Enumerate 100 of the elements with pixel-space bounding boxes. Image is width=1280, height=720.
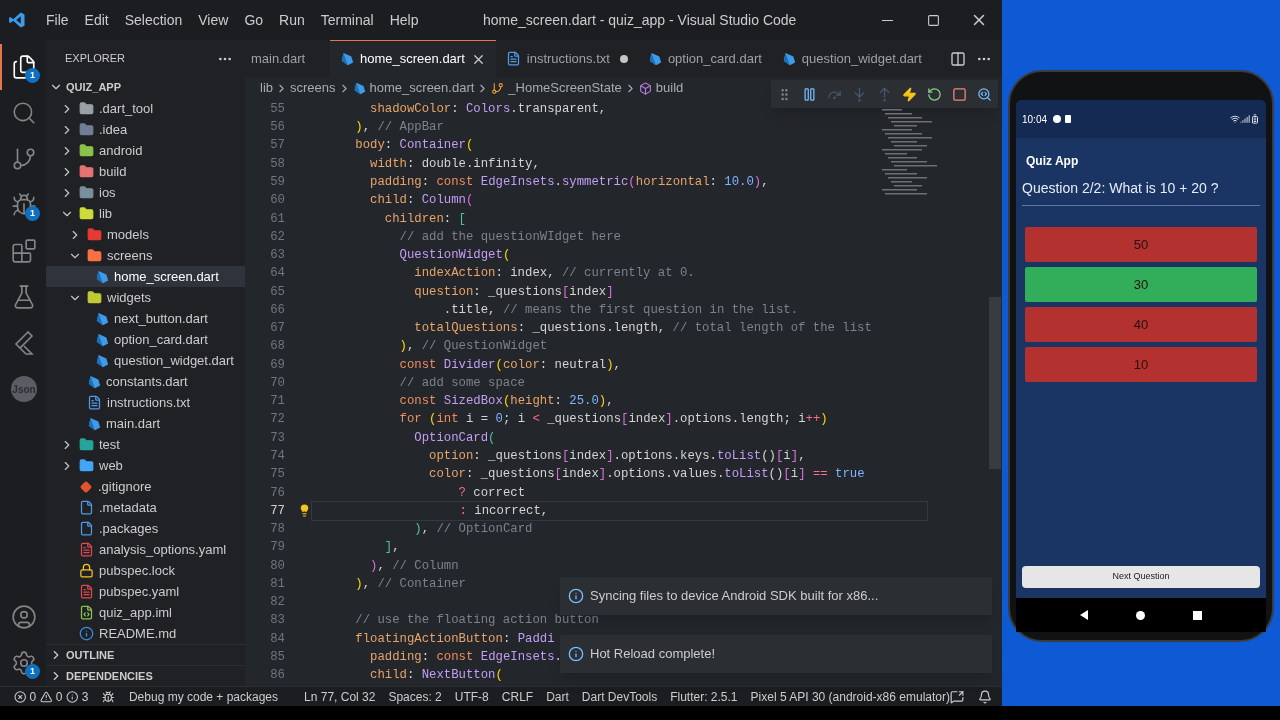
breadcrumb-item[interactable]: home_screen.dart xyxy=(352,78,475,98)
menu-item[interactable]: Selection xyxy=(116,9,191,31)
code-line: const SizedBox(height: 25.0), xyxy=(398,393,614,411)
split-editor-icon[interactable] xyxy=(950,50,966,67)
status-item[interactable]: Pixel 5 API 30 (android-x86 emulator) xyxy=(750,687,950,706)
answer-option[interactable]: 30 xyxy=(1025,267,1257,302)
explorer-file[interactable]: pubspec.lock xyxy=(46,560,245,581)
explorer-folder[interactable]: web xyxy=(46,455,245,476)
explorer-folder[interactable]: lib xyxy=(46,203,245,224)
status-item[interactable]: Dart xyxy=(546,687,569,706)
line-number: 56 xyxy=(269,119,285,137)
explorer-folder[interactable]: ios xyxy=(46,182,245,203)
warning-count[interactable]: 0 xyxy=(55,687,63,706)
explorer-file[interactable]: analysis_options.yaml xyxy=(46,539,245,560)
status-item[interactable]: Ln 77, Col 32 xyxy=(304,687,376,706)
explorer-file[interactable]: quiz_app.iml xyxy=(46,602,245,623)
explorer-folder[interactable]: widgets xyxy=(46,287,245,308)
yaml-file-icon xyxy=(79,584,94,599)
explorer-folder[interactable]: build xyxy=(46,161,245,182)
section-header[interactable]: OUTLINE xyxy=(46,644,245,665)
status-item[interactable]: CRLF xyxy=(501,687,534,706)
file-icon xyxy=(79,500,94,515)
code-line: // add some space xyxy=(398,374,525,392)
error-icon[interactable] xyxy=(14,689,27,704)
info-icon[interactable] xyxy=(66,689,79,704)
stop-icon[interactable] xyxy=(952,86,967,102)
maximize-icon xyxy=(926,13,940,27)
lightbulb-icon[interactable] xyxy=(298,504,311,518)
explorer-file[interactable]: .metadata xyxy=(46,497,245,518)
warning-icon[interactable] xyxy=(40,689,53,704)
restart-icon[interactable] xyxy=(927,86,942,102)
notifications-icon[interactable] xyxy=(978,689,992,704)
editor-tab[interactable]: option_card.dart xyxy=(637,40,772,77)
line-number: 76 xyxy=(269,484,285,502)
recents-icon[interactable] xyxy=(1193,610,1202,620)
code-line: QuestionWidget( xyxy=(398,247,511,265)
explorer-file[interactable]: main.dart xyxy=(46,413,245,434)
editor-tab[interactable]: home_screen.dart xyxy=(330,40,496,77)
debug-config[interactable]: Debug my code + packages xyxy=(128,687,279,706)
explorer-folder[interactable]: test xyxy=(46,434,245,455)
status-item[interactable]: Flutter: 2.5.1 xyxy=(670,687,738,706)
menu-item[interactable]: Go xyxy=(236,9,272,31)
code-line: padding: const EdgeInsets.symmetric(horizontal: 10.0), xyxy=(369,174,769,191)
debug-icon[interactable] xyxy=(102,689,115,704)
breadcrumb-item[interactable]: _HomeScreenState xyxy=(491,78,622,98)
devtools-icon[interactable] xyxy=(977,86,992,102)
back-icon[interactable] xyxy=(1080,610,1088,620)
line-number: 82 xyxy=(269,594,285,612)
menu-item[interactable]: View xyxy=(190,9,237,31)
explorer-file[interactable]: next_button.dart xyxy=(46,308,245,329)
error-count[interactable]: 0 xyxy=(29,687,37,706)
code-line: OptionCard( xyxy=(413,429,496,447)
explorer-file[interactable]: .gitignore xyxy=(46,476,245,497)
explorer-file[interactable]: .packages xyxy=(46,518,245,539)
code-line: ), // OptionCard xyxy=(413,521,533,539)
explorer-file[interactable]: instructions.txt xyxy=(46,392,245,413)
explorer-folder[interactable]: screens xyxy=(46,245,245,266)
code-line: floatingActionButton: Paddi xyxy=(354,630,555,648)
activity-bar-item[interactable]: 1 xyxy=(0,182,46,228)
menu-item[interactable]: Edit xyxy=(76,9,117,31)
home-icon[interactable] xyxy=(1136,610,1145,620)
explorer-file[interactable]: constants.dart xyxy=(46,371,245,392)
menu-item[interactable]: Terminal xyxy=(312,9,382,31)
status-item[interactable]: UTF-8 xyxy=(454,687,489,706)
editor-tab[interactable]: question_widget.dart xyxy=(771,40,932,77)
activity-bar-item[interactable]: 1 xyxy=(0,640,46,686)
battery-icon xyxy=(1250,114,1260,124)
menu-item[interactable]: Help xyxy=(381,9,427,31)
explorer-folder[interactable]: .idea xyxy=(46,119,245,140)
breadcrumb-item[interactable]: screens xyxy=(290,78,336,98)
menu-item[interactable]: File xyxy=(38,9,77,31)
sidebar-title: EXPLORER xyxy=(65,51,125,67)
explorer-file[interactable]: question_widget.dart xyxy=(46,350,245,371)
notification-count: 1 xyxy=(25,664,40,679)
code-line: .title, // means the first question in the list. xyxy=(442,301,799,319)
notification-count: 1 xyxy=(25,206,40,221)
lightning-icon[interactable] xyxy=(902,86,917,102)
explorer-folder[interactable]: .dart_tool xyxy=(46,98,245,119)
explorer-folder[interactable]: android xyxy=(46,140,245,161)
explorer-folder[interactable]: models xyxy=(46,224,245,245)
explorer-file[interactable]: pubspec.yaml xyxy=(46,581,245,602)
breadcrumb-item[interactable]: build xyxy=(638,78,684,98)
menu-item[interactable]: Run xyxy=(271,9,313,31)
status-item[interactable]: Dart DevTools xyxy=(581,687,658,706)
next-question-button[interactable]: Next Question xyxy=(1022,566,1260,588)
editor-tab[interactable]: main.dart xyxy=(245,40,330,77)
code-line: const Divider(color: neutral), xyxy=(398,356,621,374)
status-item[interactable]: Spaces: 2 xyxy=(388,687,442,706)
explorer-file[interactable]: README.md xyxy=(46,623,245,644)
editor-tab[interactable]: instructions.txt xyxy=(495,40,638,77)
pause-icon[interactable] xyxy=(802,86,817,102)
code-line: shadowColor: Colors.transparent, xyxy=(369,100,607,118)
feedback-icon[interactable] xyxy=(950,689,964,704)
code-line: question: _questions[index] xyxy=(413,283,614,301)
breadcrumb-item[interactable]: lib xyxy=(260,78,273,98)
explorer-file[interactable]: home_screen.dart xyxy=(46,266,245,287)
explorer-file[interactable]: option_card.dart xyxy=(46,329,245,350)
info-count[interactable]: 3 xyxy=(81,687,89,706)
minimize-icon xyxy=(881,19,893,21)
project-header[interactable]: QUIZ_APP xyxy=(46,77,245,97)
